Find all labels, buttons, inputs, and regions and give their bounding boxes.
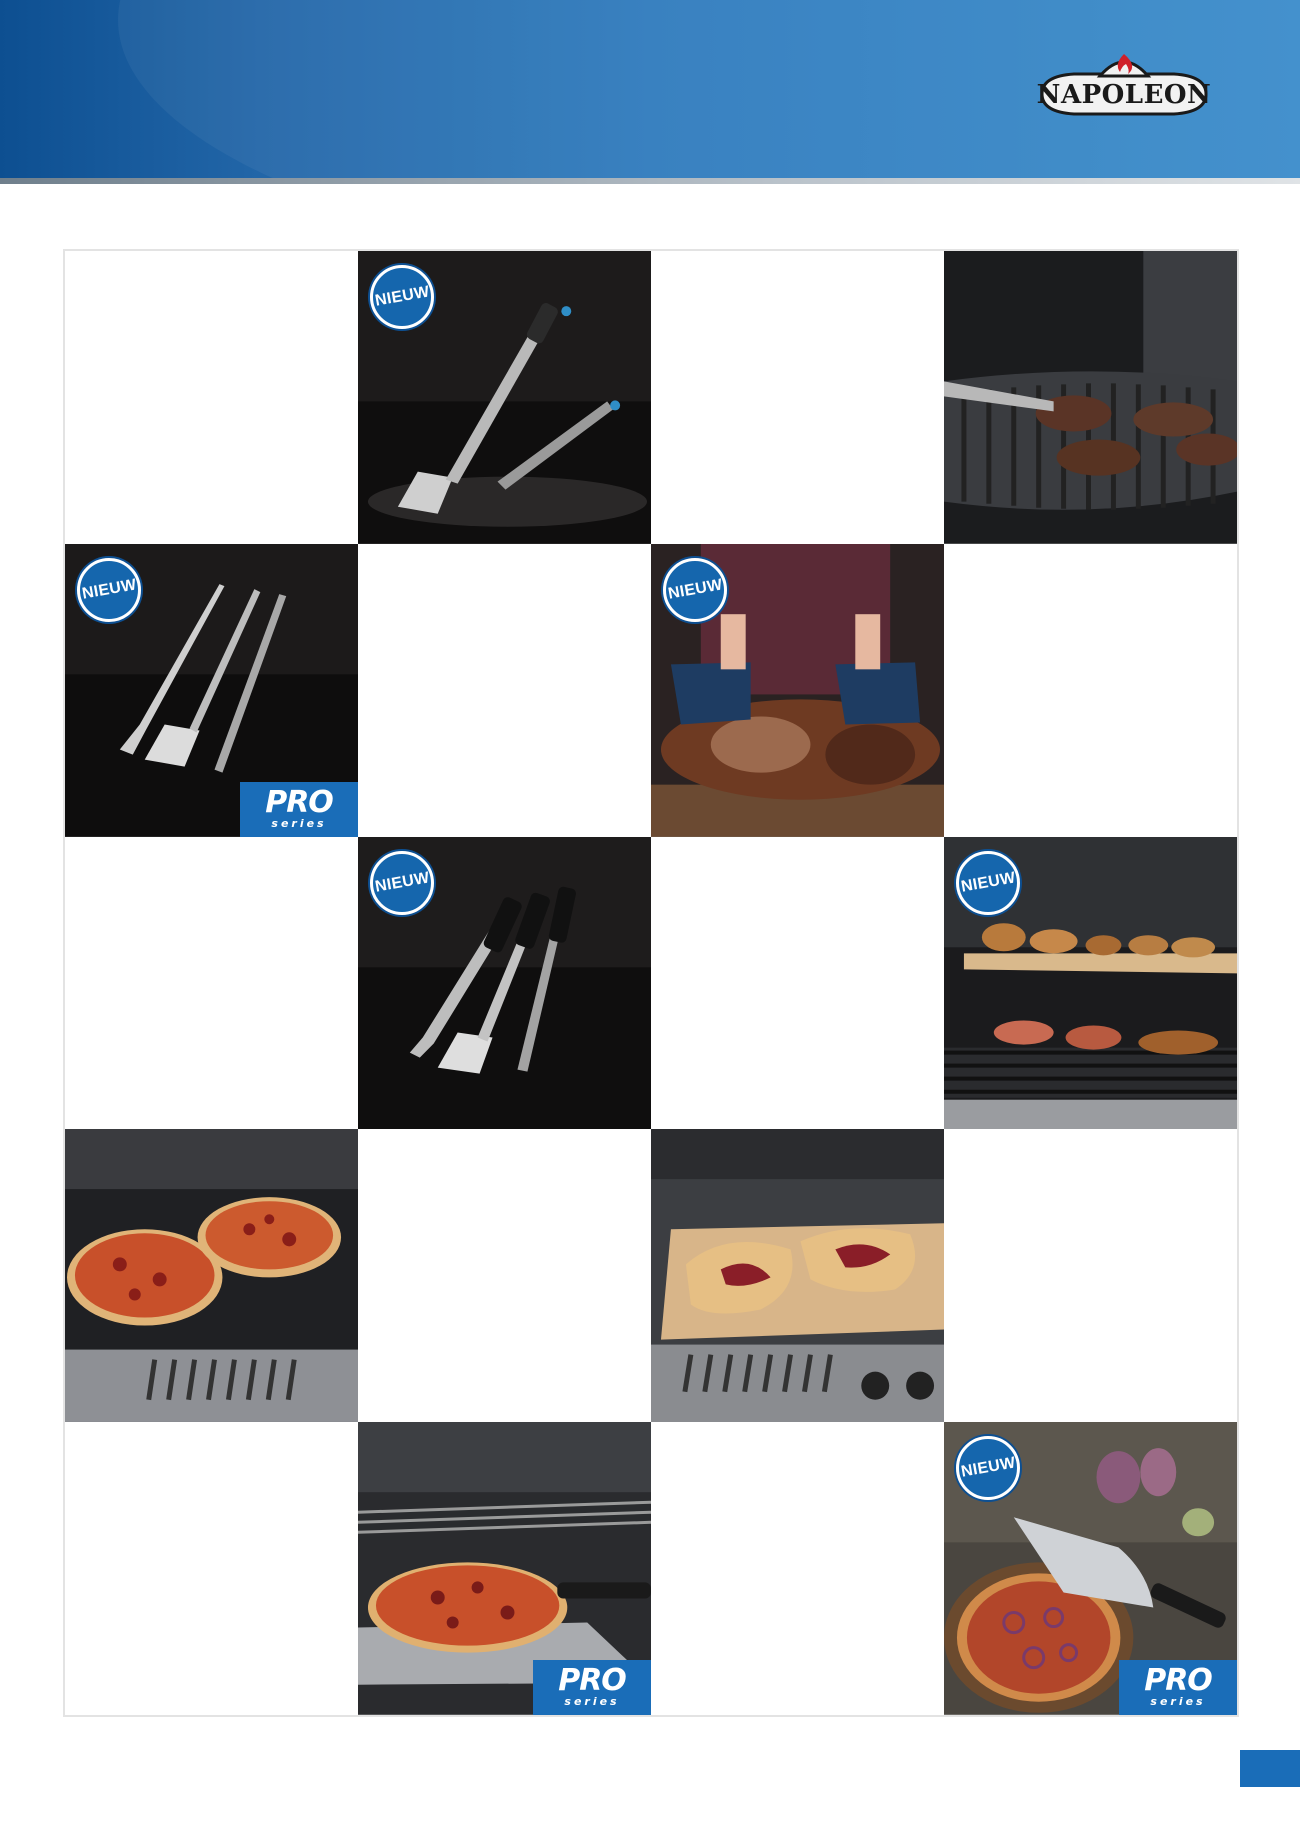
- grid-cell-empty: [651, 1422, 944, 1715]
- product-photo-pizzas-on-grill: [65, 1129, 358, 1423]
- grid-cell-empty: [651, 251, 944, 544]
- grid-cell-empty: [358, 1129, 651, 1422]
- product-photo-pizza-stone: [651, 1129, 944, 1423]
- grid-cell-empty: [358, 544, 651, 837]
- logo-wordmark: NAPOLEON: [1036, 80, 1212, 110]
- grid-cell-empty: [65, 251, 358, 544]
- new-badge: NIEUW: [370, 850, 434, 915]
- product-grid: NIEUW NIEUW PRO series NIEUW NIEUW NIEUW…: [63, 249, 1239, 1717]
- product-photo-pizza-peel: PRO series: [358, 1422, 651, 1715]
- product-photo-cedar-warming-rack: NIEUW: [944, 836, 1237, 1130]
- grid-cell-empty: [944, 1129, 1237, 1422]
- pro-series-badge: PRO series: [1119, 1659, 1237, 1715]
- grid-cell-empty: [651, 837, 944, 1130]
- header-divider: [0, 178, 1300, 184]
- new-badge: NIEUW: [663, 557, 727, 622]
- product-photo-tongs-spatula: NIEUW: [358, 251, 651, 544]
- product-photo-pro-toolset: NIEUW PRO series: [65, 543, 358, 837]
- new-badge: NIEUW: [77, 557, 141, 622]
- page-number-tab: [1240, 1750, 1300, 1787]
- new-badge: NIEUW: [370, 265, 434, 329]
- product-photo-burgers-grill: [944, 251, 1237, 544]
- new-badge: NIEUW: [956, 1436, 1020, 1501]
- grid-cell-empty: [65, 837, 358, 1130]
- new-badge: NIEUW: [956, 850, 1020, 915]
- grid-cell-empty: [65, 1422, 358, 1715]
- grid-cell-empty: [944, 544, 1237, 837]
- product-photo-toolset-black: NIEUW: [358, 836, 651, 1130]
- product-photo-meat-claws: NIEUW: [651, 543, 944, 837]
- napoleon-logo: NAPOLEON: [1034, 46, 1214, 120]
- pro-series-badge: PRO series: [240, 781, 358, 837]
- product-photo-pizza-cutter: NIEUW PRO series: [944, 1422, 1237, 1715]
- pro-series-badge: PRO series: [533, 1659, 651, 1715]
